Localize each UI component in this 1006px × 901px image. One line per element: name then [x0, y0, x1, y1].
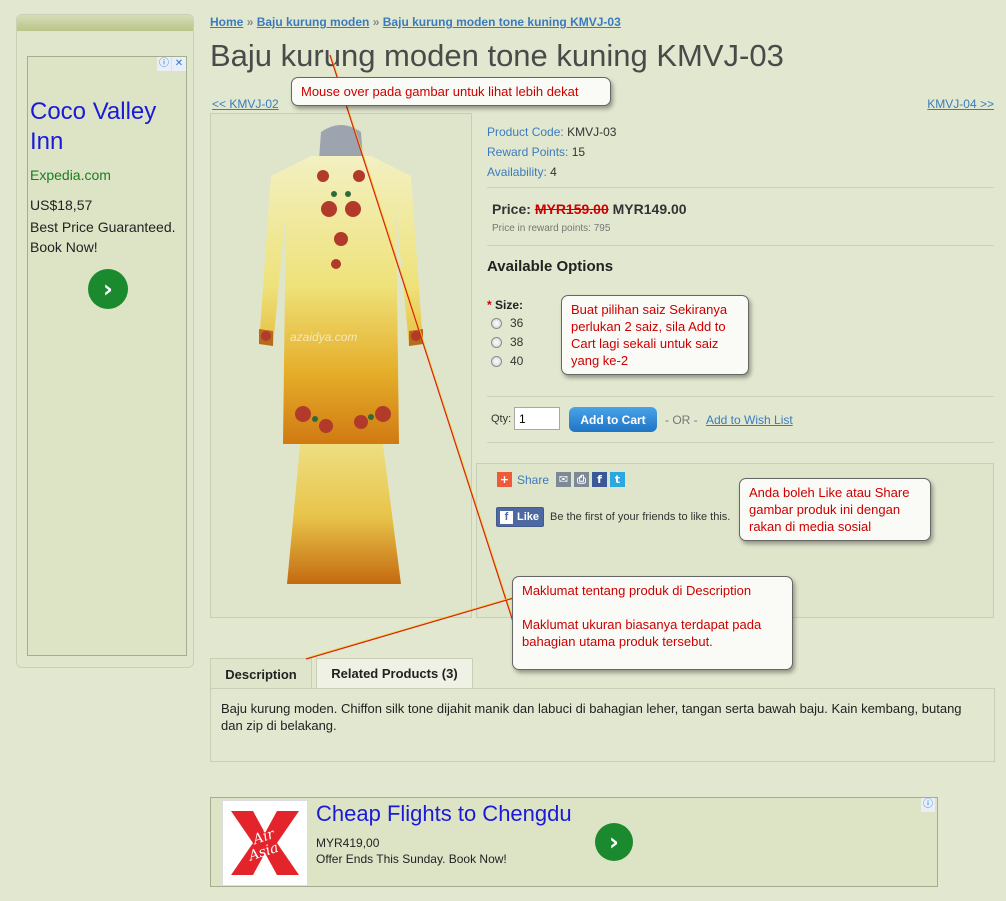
availability-value: 4	[550, 165, 557, 179]
ad-description: Offer Ends This Sunday. Book Now!	[316, 852, 507, 866]
reward-points-label: Reward Points:	[487, 145, 569, 159]
add-to-wishlist-link[interactable]: Add to Wish List	[706, 413, 793, 427]
like-label: Like	[517, 511, 540, 523]
email-icon[interactable]: ✉	[556, 472, 572, 487]
bottom-ad-banner[interactable]: Air Asia Cheap Flights to Chengdu MYR419…	[210, 797, 938, 887]
product-info: Product Code: KMVJ-03 Reward Points: 15 …	[487, 122, 616, 182]
product-code-label: Product Code:	[487, 125, 564, 139]
twitter-icon[interactable]: t	[610, 472, 626, 487]
breadcrumb-current[interactable]: Baju kurung moden tone kuning KMVJ-03	[383, 15, 621, 29]
required-marker: *	[487, 298, 492, 312]
callout-description: Maklumat tentang produk di Description M…	[512, 576, 793, 670]
size-radio[interactable]	[491, 355, 502, 367]
qty-label: Qty:	[491, 413, 512, 425]
breadcrumb: Home » Baju kurung moden » Baju kurung m…	[210, 15, 621, 29]
new-price: MYR149.00	[612, 201, 687, 217]
breadcrumb-category[interactable]: Baju kurung moden	[257, 15, 370, 29]
availability-label: Availability:	[487, 165, 547, 179]
divider	[487, 442, 994, 443]
price-label: Price:	[492, 201, 531, 217]
ad-domain[interactable]: Expedia.com	[30, 167, 111, 183]
tab-related-products[interactable]: Related Products (3)	[316, 658, 473, 689]
callout-size: Buat pilihan saiz Sekiranya perlukan 2 s…	[561, 295, 749, 375]
share-toolbar: + Share ✉ ⎙ f t	[497, 472, 626, 487]
add-to-cart-button[interactable]: Add to Cart	[569, 407, 657, 432]
airasia-logo[interactable]: Air Asia	[222, 800, 308, 886]
chevron-right-icon[interactable]: ›	[88, 269, 128, 309]
size-radio[interactable]	[491, 336, 502, 348]
size-option[interactable]: 40	[491, 354, 523, 368]
price: Price: MYR159.00 MYR149.00	[492, 201, 687, 217]
left-sidebar: ⓘ ✕ Coco Valley Inn Expedia.com US$18,57…	[16, 14, 194, 668]
breadcrumb-separator: »	[246, 15, 254, 29]
breadcrumb-separator: »	[372, 15, 380, 29]
size-option-label[interactable]: 36	[510, 316, 523, 330]
reward-points-value: 15	[571, 145, 586, 159]
info-icon[interactable]: ⓘ	[157, 57, 171, 71]
facebook-like-button[interactable]: f Like	[496, 507, 544, 527]
divider	[487, 187, 994, 188]
facebook-icon[interactable]: f	[592, 472, 608, 487]
callout-mouseover: Mouse over pada gambar untuk lihat lebih…	[291, 77, 611, 106]
ad-price: MYR419,00	[316, 836, 380, 850]
breadcrumb-home[interactable]: Home	[210, 15, 243, 29]
info-icon[interactable]: ⓘ	[921, 798, 935, 812]
image-watermark: azaidya.com	[290, 330, 358, 344]
tab-description[interactable]: Description	[210, 658, 312, 689]
airasia-logo-graphic: Air Asia	[231, 811, 299, 875]
size-option-label[interactable]: 38	[510, 335, 523, 349]
price-in-points: Price in reward points: 795	[492, 223, 611, 234]
callout-description-line-1: Maklumat tentang produk di Description	[522, 583, 752, 598]
size-radio[interactable]	[491, 317, 502, 329]
or-separator: - OR -	[665, 413, 698, 427]
size-option[interactable]: 36	[491, 316, 523, 330]
ad-price: US$18,57	[30, 197, 93, 213]
prev-product-link[interactable]: << KMVJ-02	[212, 97, 279, 111]
close-icon[interactable]: ✕	[172, 57, 186, 71]
sidebar-header	[17, 15, 193, 31]
size-option[interactable]: 38	[491, 335, 523, 349]
page-title: Baju kurung moden tone kuning KMVJ-03	[210, 38, 784, 73]
left-ad-banner[interactable]: ⓘ ✕ Coco Valley Inn Expedia.com US$18,57…	[27, 56, 187, 656]
print-icon[interactable]: ⎙	[574, 472, 590, 487]
description-content: Baju kurung moden. Chiffon silk tone dij…	[210, 688, 995, 762]
facebook-icon: f	[500, 510, 513, 524]
divider	[487, 245, 994, 246]
ad-title[interactable]: Coco Valley Inn	[30, 97, 180, 157]
size-label: * Size:	[487, 298, 523, 312]
like-count-text: Be the first of your friends to like thi…	[550, 511, 731, 523]
chevron-right-icon[interactable]: ›	[595, 823, 633, 861]
product-image[interactable]	[211, 114, 471, 617]
share-link[interactable]: Share	[517, 473, 549, 487]
options-title: Available Options	[487, 258, 614, 275]
old-price: MYR159.00	[534, 201, 609, 217]
divider	[487, 396, 994, 397]
callout-description-line-2: Maklumat ukuran biasanya terdapat pada b…	[522, 617, 762, 649]
callout-social: Anda boleh Like atau Share gambar produk…	[739, 478, 931, 541]
qty-input[interactable]	[514, 407, 560, 430]
product-image-frame[interactable]	[210, 113, 472, 618]
size-label-text: Size:	[495, 298, 524, 312]
plus-icon[interactable]: +	[497, 472, 512, 487]
ad-title[interactable]: Cheap Flights to Chengdu	[316, 801, 572, 827]
next-product-link[interactable]: KMVJ-04 >>	[927, 97, 994, 111]
ad-description: Best Price Guaranteed. Book Now!	[30, 219, 176, 255]
size-option-label[interactable]: 40	[510, 354, 523, 368]
product-code-value: KMVJ-03	[567, 125, 617, 139]
ad-choices[interactable]: ⓘ ✕	[157, 57, 186, 71]
